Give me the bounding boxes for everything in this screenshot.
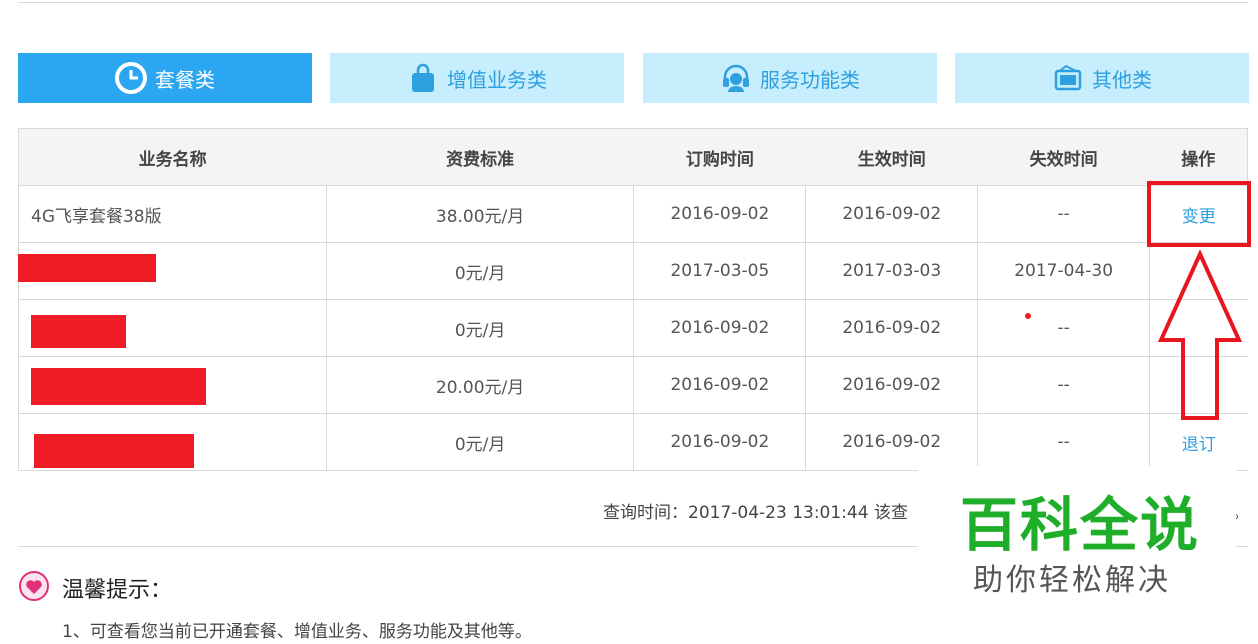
up-arrow-icon xyxy=(1157,250,1243,420)
action-cell: 退订 xyxy=(1149,413,1248,471)
expire-date-cell: -- xyxy=(977,356,1150,414)
table-row: 4G飞享套餐38版 38.00元/月 2016-09-02 2016-09-02… xyxy=(18,185,1248,243)
tab-label: 服务功能类 xyxy=(760,67,860,92)
watermark-subtitle: 助你轻松解决 xyxy=(973,563,1171,598)
effective-date-cell: 2016-09-02 xyxy=(805,185,978,243)
card-icon xyxy=(1054,64,1082,91)
effective-date-cell: 2016-09-02 xyxy=(805,356,978,414)
effective-date-cell: 2016-09-02 xyxy=(805,413,978,471)
expire-date-cell: -- xyxy=(977,413,1150,471)
top-divider xyxy=(18,2,1248,3)
annotation-highlight-box xyxy=(1147,181,1251,247)
table-row: 0元/月 2017-03-05 2017-03-03 2017-04-30 xyxy=(18,242,1248,300)
table-row: 0元/月 2016-09-02 2016-09-02 -- 退订 xyxy=(18,413,1248,471)
fee-cell: 38.00元/月 xyxy=(325,185,634,243)
tips-item: 1、可查看您当前已开通套餐、增值业务、服务功能及其他等。 xyxy=(62,622,532,642)
watermark: 百科全说 助你轻松解决 xyxy=(918,466,1236,616)
tab-value-added[interactable]: 增值业务类 xyxy=(330,53,624,103)
query-time: 查询时间：2017-04-23 13:01:44 该查 xyxy=(603,503,908,523)
clock-icon xyxy=(115,62,147,94)
expire-date-cell: 2017-04-30 xyxy=(977,242,1150,300)
service-name: 4G飞享套餐38版 xyxy=(18,185,327,243)
tab-other[interactable]: 其他类 xyxy=(955,53,1249,103)
fee-cell: 0元/月 xyxy=(325,242,634,300)
subscription-table: 业务名称 资费标准 订购时间 生效时间 失效时间 操作 4G飞享套餐38版 38… xyxy=(18,128,1248,471)
headset-icon xyxy=(723,64,749,92)
redaction-block xyxy=(34,434,194,468)
effective-date-cell: 2016-09-02 xyxy=(805,299,978,357)
redaction-block xyxy=(31,315,126,348)
table-row: 0元/月 2016-09-02 2016-09-02 -- xyxy=(18,299,1248,357)
order-date-cell: 2016-09-02 xyxy=(633,356,806,414)
order-date-cell: 2016-09-02 xyxy=(633,299,806,357)
tab-package[interactable]: 套餐类 xyxy=(18,53,312,103)
shopping-bag-icon xyxy=(412,63,434,92)
tab-service-function[interactable]: 服务功能类 xyxy=(643,53,937,103)
redaction-block xyxy=(18,254,156,282)
fee-cell: 20.00元/月 xyxy=(325,356,634,414)
column-header: 业务名称 xyxy=(18,128,327,186)
fee-cell: 0元/月 xyxy=(325,299,634,357)
expire-date-cell: -- xyxy=(977,185,1150,243)
table-header-row: 业务名称 资费标准 订购时间 生效时间 失效时间 操作 xyxy=(18,128,1248,186)
unsubscribe-link[interactable]: 退订 xyxy=(1182,435,1216,455)
order-date-cell: 2016-09-02 xyxy=(633,413,806,471)
tips-title: 温馨提示： xyxy=(62,578,173,603)
tab-label: 套餐类 xyxy=(155,67,215,92)
fee-cell: 0元/月 xyxy=(325,413,634,471)
effective-date-cell: 2017-03-03 xyxy=(805,242,978,300)
watermark-title: 百科全说 xyxy=(960,491,1201,559)
column-header: 订购时间 xyxy=(633,128,806,186)
column-header: 资费标准 xyxy=(326,128,634,186)
column-header: 操作 xyxy=(1149,128,1248,186)
tab-label: 增值业务类 xyxy=(447,67,547,92)
order-date-cell: 2017-03-05 xyxy=(633,242,806,300)
category-tabs: 套餐类 增值业务类 服务功能类 其他类 xyxy=(18,53,1249,103)
expire-date-cell: -- xyxy=(977,299,1150,357)
redaction-block xyxy=(31,368,206,405)
column-header: 生效时间 xyxy=(805,128,978,186)
red-dot-mark xyxy=(1025,313,1031,319)
order-date-cell: 2016-09-02 xyxy=(633,185,806,243)
tab-label: 其他类 xyxy=(1092,67,1152,92)
column-header: 失效时间 xyxy=(977,128,1150,186)
heart-icon xyxy=(19,571,49,601)
